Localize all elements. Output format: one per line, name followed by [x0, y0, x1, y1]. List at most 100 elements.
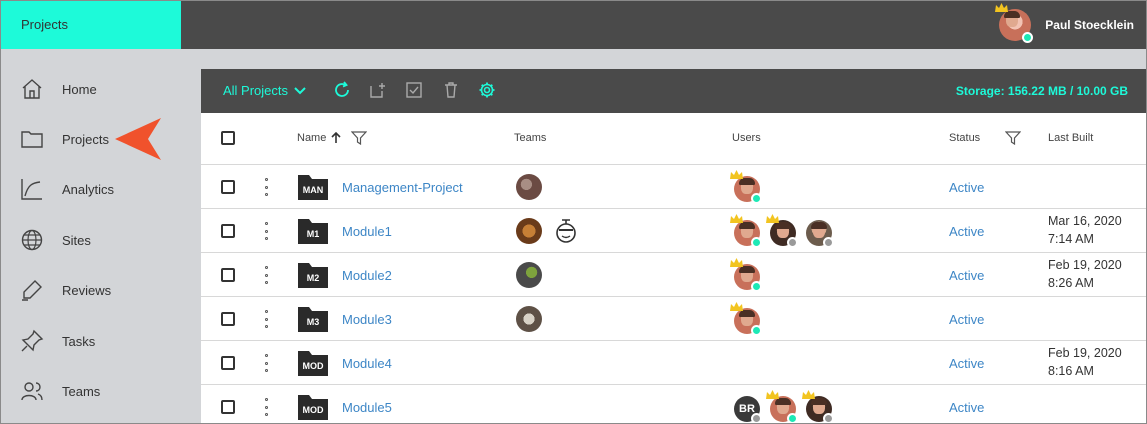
globe-icon — [21, 229, 43, 251]
user-avatar[interactable] — [766, 390, 798, 423]
status-link[interactable]: Active — [949, 356, 984, 371]
column-header-status[interactable]: Status — [949, 132, 980, 144]
last-built-time: 8:26 AM — [1048, 276, 1094, 290]
column-header-teams: Teams — [514, 132, 547, 144]
project-folder-icon: MOD — [298, 350, 328, 376]
project-name-link[interactable]: Module4 — [342, 356, 392, 371]
row-menu-icon[interactable] — [264, 222, 268, 240]
table-row[interactable]: MOD Module4 Active Feb 19, 2020 8:16 AM — [201, 341, 1146, 385]
crown-icon — [766, 390, 779, 399]
status-link[interactable]: Active — [949, 312, 984, 327]
last-built-date: Mar 16, 2020 — [1048, 214, 1122, 228]
sidebar-item-label: Home — [62, 81, 97, 97]
project-name-link[interactable]: Module5 — [342, 400, 392, 415]
status-link[interactable]: Active — [949, 224, 984, 239]
pointer-arrow-icon — [115, 118, 161, 160]
crown-icon — [766, 214, 779, 223]
team-mascot-icon[interactable] — [552, 218, 582, 244]
user-avatar[interactable] — [730, 170, 762, 204]
select-all-checkbox[interactable] — [221, 131, 235, 145]
online-status-dot — [1022, 32, 1034, 43]
column-header-last-built[interactable]: Last Built — [1048, 132, 1093, 144]
table-row[interactable]: MAN Management-Project Active — [201, 165, 1146, 209]
row-checkbox[interactable] — [221, 268, 235, 282]
folder-abbr: MOD — [302, 361, 324, 371]
users-cell — [730, 258, 762, 292]
team-avatar[interactable] — [516, 262, 542, 288]
teams-cell — [516, 218, 582, 244]
toolbar: All Projects Storage: 156.22 MB / 10.00 … — [201, 69, 1146, 113]
team-avatar[interactable] — [516, 218, 542, 244]
row-checkbox[interactable] — [221, 312, 235, 326]
user-avatar[interactable] — [730, 302, 762, 336]
row-menu-icon[interactable] — [264, 266, 268, 284]
sidebar-item-tasks[interactable]: Tasks — [1, 316, 201, 366]
user-avatar[interactable] — [995, 3, 1034, 43]
row-checkbox[interactable] — [221, 400, 235, 414]
user-avatar[interactable] — [806, 220, 834, 248]
sidebar-item-analytics[interactable]: Analytics — [1, 164, 201, 214]
table-row[interactable]: M2 Module2 Active Feb 19, 2020 8:26 AM — [201, 253, 1146, 297]
project-name-link[interactable]: Module1 — [342, 224, 392, 239]
last-built-cell: Feb 19, 2020 8:16 AM — [1048, 344, 1122, 380]
delete-icon[interactable] — [442, 81, 460, 99]
status-link[interactable]: Active — [949, 400, 984, 415]
brand-tab[interactable]: Projects — [1, 1, 181, 49]
user-avatar[interactable]: BR — [734, 396, 762, 423]
app-frame: Projects Paul Stoecklein Home Projects A… — [0, 0, 1147, 424]
project-name-link[interactable]: Module3 — [342, 312, 392, 327]
row-menu-icon[interactable] — [264, 354, 268, 372]
filter-icon[interactable] — [351, 131, 367, 145]
sidebar-item-reviews[interactable]: Reviews — [1, 265, 201, 315]
row-checkbox[interactable] — [221, 356, 235, 370]
teams-cell — [516, 306, 542, 332]
project-folder-icon: MAN — [298, 174, 328, 200]
status-filter-icon[interactable] — [1005, 131, 1021, 145]
project-name-link[interactable]: Module2 — [342, 268, 392, 283]
user-avatar[interactable] — [730, 258, 762, 292]
sidebar-item-teams[interactable]: Teams — [1, 366, 201, 416]
row-checkbox[interactable] — [221, 224, 235, 238]
sidebar-item-projects[interactable]: Projects — [1, 114, 201, 164]
sidebar-item-label: Reviews — [62, 282, 112, 298]
status-link[interactable]: Active — [949, 268, 984, 283]
online-status-dot — [787, 413, 798, 423]
refresh-icon[interactable] — [333, 81, 351, 99]
users-cell — [730, 214, 834, 248]
folder-abbr: M1 — [306, 229, 320, 239]
team-avatar[interactable] — [516, 174, 542, 200]
column-header-name[interactable]: Name — [297, 132, 326, 144]
status-link[interactable]: Active — [949, 180, 984, 195]
sidebar-item-sites[interactable]: Sites — [1, 215, 201, 265]
user-avatar[interactable] — [802, 390, 834, 423]
user-name[interactable]: Paul Stoecklein — [1045, 18, 1134, 32]
column-header-users: Users — [732, 132, 761, 144]
chevron-down-icon — [294, 86, 306, 94]
team-avatar[interactable] — [516, 306, 542, 332]
sort-ascending-icon[interactable] — [331, 132, 341, 144]
row-menu-icon[interactable] — [264, 178, 268, 196]
user-avatar[interactable] — [766, 214, 798, 248]
user-menu[interactable]: Paul Stoecklein — [995, 3, 1134, 43]
crown-icon — [730, 170, 743, 179]
row-menu-icon[interactable] — [264, 310, 268, 328]
project-filter-dropdown[interactable]: All Projects — [223, 83, 306, 98]
project-name-link[interactable]: Management-Project — [342, 180, 463, 195]
sidebar-item-label: Analytics — [62, 181, 115, 197]
projects-panel: All Projects Storage: 156.22 MB / 10.00 … — [201, 69, 1146, 423]
table-row[interactable]: MOD Module5 BR Active — [201, 385, 1146, 423]
users-cell — [730, 170, 762, 204]
offline-status-dot — [823, 237, 834, 248]
settings-icon[interactable] — [478, 81, 496, 99]
storage-usage: Storage: 156.22 MB / 10.00 GB — [955, 84, 1128, 98]
crown-icon — [802, 390, 815, 399]
new-project-icon[interactable] — [369, 81, 387, 99]
user-avatar[interactable] — [730, 214, 762, 248]
sidebar-item-home[interactable]: Home — [1, 64, 201, 114]
sidebar-item-label: Tasks — [62, 333, 96, 349]
select-all-icon[interactable] — [405, 81, 423, 99]
row-checkbox[interactable] — [221, 180, 235, 194]
table-row[interactable]: M3 Module3 Active — [201, 297, 1146, 341]
row-menu-icon[interactable] — [264, 398, 268, 416]
table-row[interactable]: M1 Module1 Active Mar 16, 2020 7:14 AM — [201, 209, 1146, 253]
